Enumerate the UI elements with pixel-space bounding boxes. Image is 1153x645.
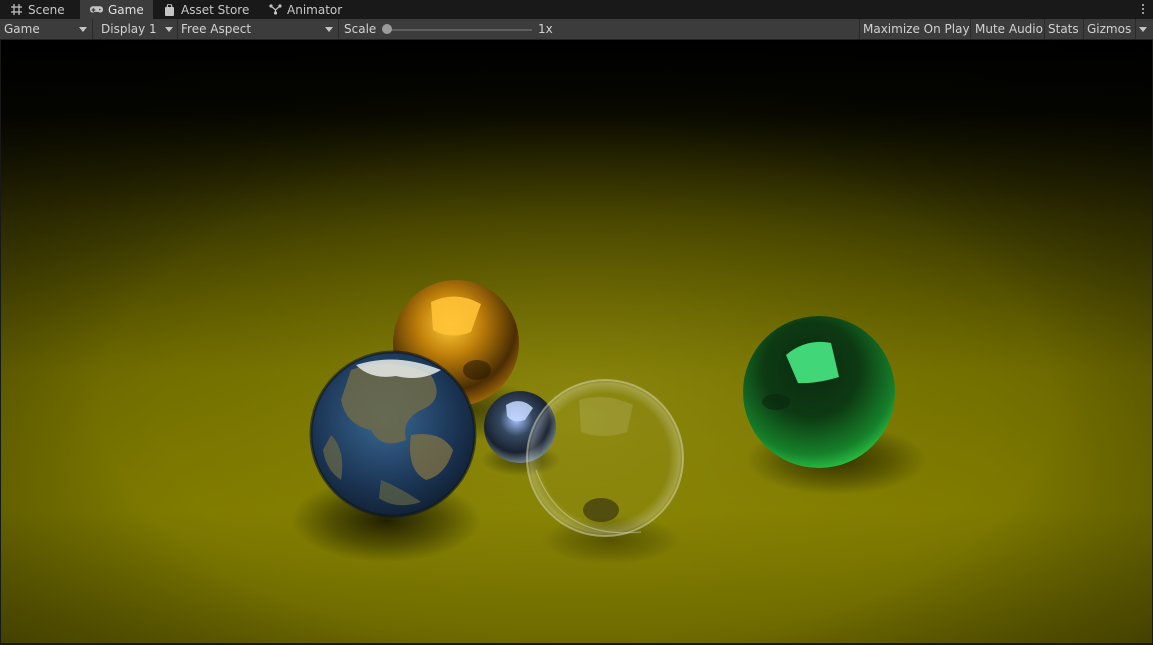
view-mode-value: Game xyxy=(4,22,40,36)
tab-asset-store[interactable]: Asset Store xyxy=(153,0,259,19)
more-options-icon[interactable] xyxy=(1139,1,1147,17)
grid-icon xyxy=(10,3,23,16)
tab-scene-label: Scene xyxy=(28,2,65,17)
tab-asset-store-label: Asset Store xyxy=(181,2,250,17)
aspect-value: Free Aspect xyxy=(181,22,252,36)
game-view-window: Scene Game Asset Store Animator Game Dis… xyxy=(0,0,1153,645)
tab-animator-label: Animator xyxy=(287,2,343,17)
chevron-down-icon xyxy=(79,27,87,32)
scale-label: Scale xyxy=(344,22,377,36)
editor-tab-bar: Scene Game Asset Store Animator xyxy=(0,0,1153,19)
tab-game-label: Game xyxy=(108,2,144,17)
shopping-bag-icon xyxy=(163,3,176,16)
tab-scene[interactable]: Scene xyxy=(0,0,80,19)
scale-slider-track[interactable] xyxy=(386,29,532,31)
gizmos-toggle[interactable]: Gizmos xyxy=(1083,19,1135,39)
stats-toggle[interactable]: Stats xyxy=(1044,19,1083,39)
display-value: Display 1 xyxy=(101,22,157,36)
mute-audio-toggle[interactable]: Mute Audio xyxy=(971,19,1044,39)
rendered-scene xyxy=(1,40,1152,643)
scale-slider-handle[interactable] xyxy=(382,24,392,34)
game-view-toolbar: Game Display 1 Free Aspect Scale 1x Maxi… xyxy=(0,19,1153,40)
gamepad-icon xyxy=(90,3,103,16)
animator-icon xyxy=(269,3,282,16)
tab-game[interactable]: Game xyxy=(80,0,153,19)
gizmos-dropdown-chevron-icon[interactable] xyxy=(1139,27,1147,32)
chevron-down-icon xyxy=(165,27,173,32)
game-viewport[interactable] xyxy=(1,40,1152,643)
aspect-dropdown[interactable]: Free Aspect xyxy=(177,19,338,39)
scale-value: 1x xyxy=(538,22,553,36)
tab-animator[interactable]: Animator xyxy=(259,0,349,19)
maximize-on-play-toggle[interactable]: Maximize On Play xyxy=(859,19,970,39)
chevron-down-icon xyxy=(325,27,333,32)
